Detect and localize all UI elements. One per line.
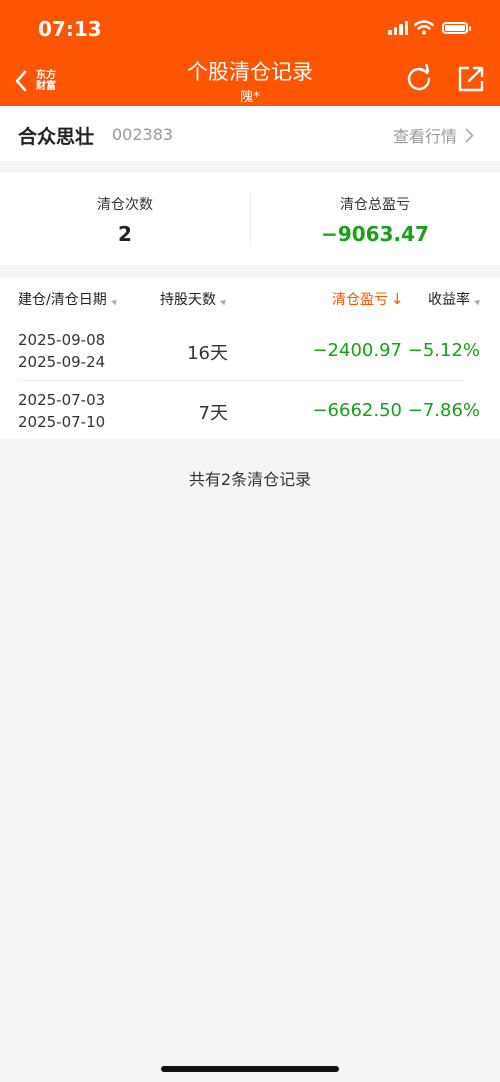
summary-card: 清仓次数 2 清仓总盈亏 −9063.47 <box>0 173 500 265</box>
stock-name: 合众思壮 <box>18 126 95 148</box>
table-row[interactable]: 2025-07-03 2025-07-10 7天 −6662.50 −7.86% <box>0 380 500 440</box>
chevron-right-icon <box>465 128 474 142</box>
status-time: 07:13 <box>38 17 102 41</box>
total-pnl-label: 清仓总盈亏 <box>340 197 410 213</box>
close-date: 2025-07-10 <box>18 413 106 431</box>
return-cell: −7.86% <box>407 400 480 421</box>
days-cell: 7天 <box>198 403 228 424</box>
total-pnl-cell: 清仓总盈亏 −9063.47 <box>250 173 500 265</box>
status-icons <box>388 20 471 35</box>
clear-count-cell: 清仓次数 2 <box>0 173 250 265</box>
refresh-icon[interactable] <box>404 64 434 94</box>
col-days-header[interactable]: 持股天数 <box>160 289 228 309</box>
wifi-icon <box>414 20 434 35</box>
clearance-table: 建仓/清仓日期 持股天数 清仓盈亏 ↓ 收益率 2025-09-08 2025-0… <box>0 278 500 439</box>
open-date: 2025-09-08 <box>18 331 106 349</box>
home-indicator <box>161 1066 339 1072</box>
sort-icon <box>220 297 228 305</box>
date-cell: 2025-09-08 2025-09-24 <box>18 329 105 373</box>
table-row[interactable]: 2025-09-08 2025-09-24 16天 −2400.97 −5.12… <box>0 320 500 380</box>
signal-icon <box>388 20 408 35</box>
col-pnl-header[interactable]: 清仓盈亏 ↓ <box>332 289 404 309</box>
view-quote-label: 查看行情 <box>392 127 457 146</box>
date-cell: 2025-07-03 2025-07-10 <box>18 389 105 433</box>
view-quote-link[interactable]: 查看行情 <box>393 123 474 147</box>
pnl-cell: −6662.50 <box>312 400 402 421</box>
clear-count-value: 2 <box>118 222 132 246</box>
open-date: 2025-07-03 <box>18 391 106 409</box>
stock-code: 002383 <box>112 125 174 144</box>
pnl-cell: −2400.97 <box>312 340 402 361</box>
record-count-text: 共有2条清仓记录 <box>188 470 312 489</box>
sort-desc-icon: ↓ <box>391 290 404 308</box>
clear-count-label: 清仓次数 <box>97 197 153 213</box>
share-icon[interactable] <box>456 64 486 94</box>
app-header: 07:13 东方 财富 个股清仓记录 隗* <box>0 0 500 106</box>
col-date-header[interactable]: 建仓/清仓日期 <box>18 289 119 309</box>
close-date: 2025-09-24 <box>18 353 106 371</box>
col-return-header[interactable]: 收益率 <box>428 289 482 309</box>
sort-icon <box>474 297 482 305</box>
battery-icon <box>442 21 471 34</box>
stock-bar: 合众思壮 002383 查看行情 <box>0 106 500 161</box>
sort-icon <box>110 297 119 305</box>
days-cell: 16天 <box>187 343 228 364</box>
total-pnl-value: −9063.47 <box>321 222 429 246</box>
return-cell: −5.12% <box>407 340 480 361</box>
